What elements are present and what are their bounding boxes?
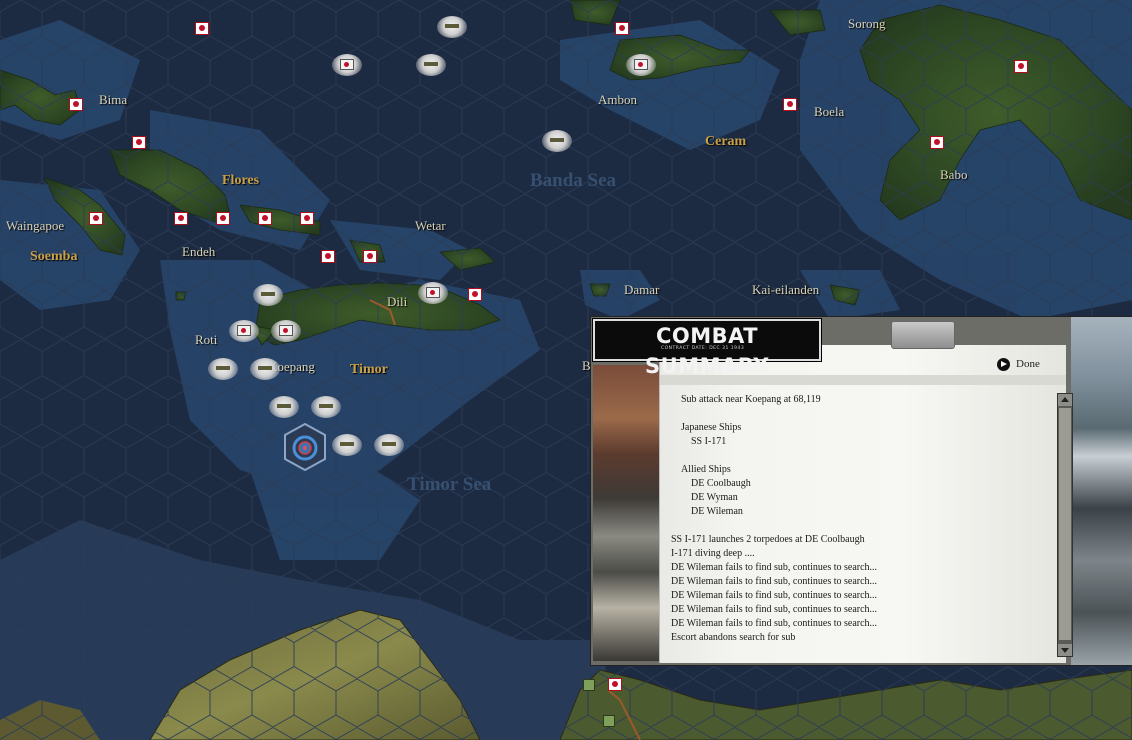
japanese-base-icon[interactable]: [1014, 60, 1028, 73]
arrow-right-icon: [997, 357, 1010, 371]
combat-event: DE Wileman fails to find sub, continues …: [671, 562, 878, 573]
japanese-base-icon[interactable]: [258, 212, 272, 225]
place-label: Wetar: [415, 218, 446, 233]
japanese-ship: SS I-171: [691, 436, 727, 447]
combat-event: DE Wileman fails to find sub, continues …: [671, 618, 878, 629]
combat-report: Sub attack near Koepang at 68,119 Japane…: [671, 393, 1055, 645]
japanese-base-icon[interactable]: [321, 250, 335, 263]
decorative-photo: [1071, 317, 1132, 665]
task-force-icon[interactable]: [542, 128, 572, 154]
task-force-icon[interactable]: [437, 14, 467, 40]
task-force-icon[interactable]: [229, 318, 259, 344]
sea-label: Banda Sea: [530, 170, 617, 191]
place-label: Damar: [624, 282, 660, 297]
place-label: Endeh: [182, 244, 216, 259]
combat-location-marker[interactable]: [284, 423, 326, 471]
combat-event: Escort abandons search for sub: [671, 632, 796, 643]
combat-event: DE Wileman fails to find sub, continues …: [671, 576, 878, 587]
sea-label: Timor Sea: [407, 474, 492, 495]
task-force-icon[interactable]: [332, 52, 362, 78]
allied-base-icon[interactable]: [583, 679, 595, 691]
task-force-icon[interactable]: [271, 318, 301, 344]
place-label: Ambon: [598, 92, 637, 107]
place-label: Sorong: [848, 16, 886, 31]
allied-ships-label: Allied Ships: [681, 464, 731, 475]
island-label: Ceram: [705, 134, 747, 149]
done-label: Done: [1016, 358, 1040, 370]
task-force-icon[interactable]: [250, 356, 280, 382]
place-label: Babo: [940, 167, 968, 182]
allied-ship: DE Wyman: [691, 492, 738, 503]
japanese-ships-label: Japanese Ships: [681, 422, 742, 433]
place-label: Roti: [195, 332, 218, 347]
combat-event: DE Wileman fails to find sub, continues …: [671, 604, 878, 615]
japanese-base-icon[interactable]: [132, 136, 146, 149]
task-force-icon[interactable]: [269, 394, 299, 420]
task-force-icon[interactable]: [208, 356, 238, 382]
place-label: Kai-eilanden: [752, 282, 820, 297]
task-force-icon[interactable]: [332, 432, 362, 458]
scroll-thumb[interactable]: [1059, 408, 1071, 640]
clipboard-clip: [891, 321, 955, 349]
japanese-base-icon[interactable]: [89, 212, 103, 225]
task-force-icon[interactable]: [416, 52, 446, 78]
task-force-icon[interactable]: [253, 282, 283, 308]
japanese-base-icon[interactable]: [930, 136, 944, 149]
scroll-up-icon[interactable]: [1058, 394, 1072, 406]
allied-base-icon[interactable]: [603, 715, 615, 727]
island-label: Timor: [350, 362, 388, 377]
japanese-base-icon[interactable]: [174, 212, 188, 225]
combat-event: SS I-171 launches 2 torpedoes at DE Cool…: [671, 534, 865, 545]
allied-ship: DE Coolbaugh: [691, 478, 751, 489]
task-force-icon[interactable]: [626, 52, 656, 78]
report-header: Sub attack near Koepang at 68,119: [681, 394, 821, 405]
scroll-down-icon[interactable]: [1058, 644, 1072, 656]
allied-ship: DE Wileman: [691, 506, 743, 517]
task-force-icon[interactable]: [374, 432, 404, 458]
task-force-icon[interactable]: [418, 280, 448, 306]
window-title: COMBAT SUMMARY: [593, 319, 821, 378]
combat-event: DE Wileman fails to find sub, continues …: [671, 590, 878, 601]
place-label: Waingapoe: [6, 218, 65, 233]
japanese-base-icon[interactable]: [363, 250, 377, 263]
japanese-base-icon[interactable]: [783, 98, 797, 111]
combat-summary-window: COMBAT SUMMARY CONTRACT DATE: DEC 31 194…: [590, 316, 1132, 666]
window-subtitle: CONTRACT DATE: DEC 31 1943: [661, 346, 745, 351]
done-button[interactable]: Done: [997, 355, 1040, 373]
japanese-base-icon[interactable]: [468, 288, 482, 301]
place-label: Dili: [387, 294, 408, 309]
japanese-base-icon[interactable]: [69, 98, 83, 111]
japanese-base-icon[interactable]: [300, 212, 314, 225]
japanese-base-icon[interactable]: [216, 212, 230, 225]
task-force-icon[interactable]: [311, 394, 341, 420]
japanese-base-icon[interactable]: [195, 22, 209, 35]
combat-event: I-171 diving deep ....: [671, 548, 755, 559]
island-label: Soemba: [30, 249, 78, 264]
japanese-base-icon[interactable]: [608, 678, 622, 691]
japanese-base-icon[interactable]: [615, 22, 629, 35]
decorative-photo: [593, 365, 661, 661]
report-scrollbar[interactable]: [1057, 393, 1073, 657]
place-label: Bima: [99, 92, 128, 107]
island-label: Flores: [222, 173, 260, 188]
place-label: Boela: [814, 104, 845, 119]
